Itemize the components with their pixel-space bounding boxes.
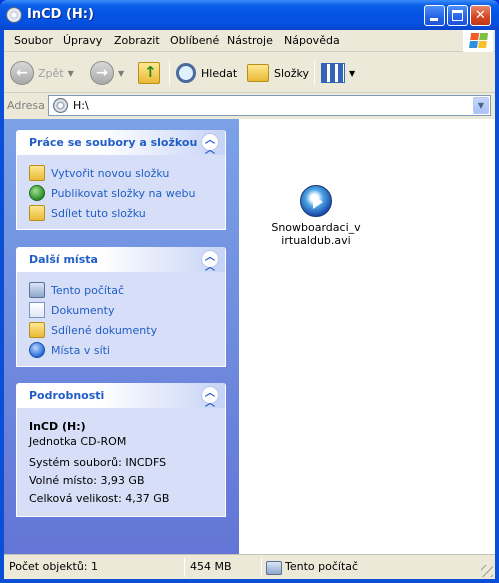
back-label: Zpět xyxy=(38,66,64,80)
place-documents-label: Dokumenty xyxy=(51,303,115,317)
views-button[interactable]: ▼ xyxy=(321,59,355,87)
forward-dropdown-icon[interactable]: ▼ xyxy=(118,69,124,78)
title-bar[interactable]: InCD (H:) ✕ xyxy=(0,0,499,30)
shared-documents-icon xyxy=(29,322,45,338)
task-publish-web[interactable]: Publikovat složky na webu xyxy=(29,183,215,203)
address-bar: Adresa H:\ ▼ xyxy=(4,94,495,118)
place-shared-documents-label: Sdílené dokumenty xyxy=(51,323,158,337)
other-places-title: Další místa xyxy=(29,253,98,266)
place-my-computer-label: Tento počítač xyxy=(51,283,125,297)
task-share-folder-label: Sdílet tuto složku xyxy=(51,206,146,220)
file-view[interactable]: Snowboardaci_virtualdub.avi xyxy=(239,119,495,554)
drive-type: Jednotka CD-ROM xyxy=(29,435,127,448)
menu-bar: Soubor Úpravy Zobrazit Oblíbené Nástroje… xyxy=(4,30,495,52)
forward-button[interactable]: → ▼ xyxy=(90,59,124,87)
place-documents[interactable]: Dokumenty xyxy=(29,300,215,320)
task-pane: Práce se soubory a složkou ︿ ︿ Vytvořit n… xyxy=(4,119,239,554)
details-panel: Podrobnosti ︿ ︿ InCD (H:) Jednotka CD-ROM… xyxy=(16,383,226,517)
status-divider xyxy=(184,558,185,577)
back-dropdown-icon[interactable]: ▼ xyxy=(68,69,74,78)
cd-drive-icon xyxy=(6,7,22,23)
status-size: 454 MB xyxy=(190,560,232,573)
drive-total-size: Celková velikost: 4,37 GB xyxy=(29,492,170,505)
task-publish-web-label: Publikovat složky na webu xyxy=(51,186,196,200)
toolbar-separator xyxy=(169,61,170,85)
details-title: Podrobnosti xyxy=(29,389,105,402)
close-icon: ✕ xyxy=(475,8,486,23)
drive-free-space: Volné místo: 3,93 GB xyxy=(29,474,145,487)
menu-help[interactable]: Nápověda xyxy=(284,34,340,47)
folders-button[interactable]: Složky xyxy=(247,59,309,87)
search-button[interactable]: Hledat xyxy=(176,59,237,87)
search-icon xyxy=(176,63,196,83)
drive-name: InCD (H:) xyxy=(29,420,86,433)
forward-arrow-icon: → xyxy=(90,61,114,85)
status-divider xyxy=(261,558,262,577)
toolbar-separator xyxy=(314,61,315,85)
file-tasks-title: Práce se soubory a složkou xyxy=(29,136,198,149)
drive-filesystem: Systém souborů: INCDFS xyxy=(29,456,167,469)
menu-favorites[interactable]: Oblíbené xyxy=(170,34,219,47)
window-title: InCD (H:) xyxy=(27,7,94,22)
back-arrow-icon: ← xyxy=(10,61,34,85)
other-places-header[interactable]: Další místa ︿ ︿ xyxy=(17,247,225,273)
place-network-label: Místa v síti xyxy=(51,343,110,357)
documents-icon xyxy=(29,302,45,318)
menu-tools[interactable]: Nástroje xyxy=(227,34,273,47)
up-folder-icon: ↑ xyxy=(138,62,160,84)
task-share-folder[interactable]: Sdílet tuto složku xyxy=(29,203,215,223)
resize-grip[interactable] xyxy=(481,565,493,577)
toolbar: ← Zpět ▼ → ▼ ↑ Hledat Složky ▼ xyxy=(4,53,495,93)
my-computer-icon xyxy=(266,561,282,575)
menu-view[interactable]: Zobrazit xyxy=(114,34,160,47)
status-location-label: Tento počítač xyxy=(285,560,359,573)
file-folder-tasks: Práce se soubory a složkou ︿ ︿ Vytvořit n… xyxy=(16,130,226,230)
window-body: Soubor Úpravy Zobrazit Oblíbené Nástroje… xyxy=(4,30,495,579)
collapse-chevron-icon[interactable]: ︿ ︿ xyxy=(201,133,219,156)
my-computer-icon xyxy=(29,282,45,298)
network-places-icon xyxy=(29,342,45,358)
file-item[interactable]: Snowboardaci_virtualdub.avi xyxy=(271,185,361,247)
menu-file[interactable]: Soubor xyxy=(14,34,53,47)
minimize-icon xyxy=(430,18,438,21)
search-label: Hledat xyxy=(201,66,238,80)
new-folder-icon xyxy=(29,165,45,181)
task-new-folder-label: Vytvořit novou složku xyxy=(51,166,170,180)
task-new-folder[interactable]: Vytvořit novou složku xyxy=(29,163,215,183)
share-folder-icon xyxy=(29,205,45,221)
address-label: Adresa xyxy=(7,99,45,112)
collapse-chevron-icon[interactable]: ︿ ︿ xyxy=(201,386,219,409)
back-button[interactable]: ← Zpět ▼ xyxy=(10,59,74,87)
address-input[interactable]: H:\ ▼ xyxy=(48,95,491,116)
folders-label: Složky xyxy=(274,66,310,80)
address-dropdown-icon[interactable]: ▼ xyxy=(473,97,489,114)
cd-drive-icon xyxy=(53,98,68,113)
windows-logo-icon xyxy=(463,30,493,52)
status-bar: Počet objektů: 1 454 MB Tento počítač xyxy=(4,554,495,579)
file-tasks-header[interactable]: Práce se soubory a složkou ︿ ︿ xyxy=(17,130,225,156)
status-location: Tento počítač xyxy=(266,559,358,577)
place-my-computer[interactable]: Tento počítač xyxy=(29,280,215,300)
status-object-count: Počet objektů: 1 xyxy=(9,560,98,573)
collapse-chevron-icon[interactable]: ︿ ︿ xyxy=(201,250,219,273)
views-icon xyxy=(321,63,345,83)
up-folder-button[interactable]: ↑ xyxy=(138,59,160,87)
close-button[interactable]: ✕ xyxy=(470,5,491,26)
place-shared-documents[interactable]: Sdílené dokumenty xyxy=(29,320,215,340)
folders-icon xyxy=(247,64,269,82)
other-places: Další místa ︿ ︿ Tento počítač Dokumenty S… xyxy=(16,247,226,367)
file-name: Snowboardaci_virtualdub.avi xyxy=(271,221,361,247)
address-value: H:\ xyxy=(73,99,89,112)
maximize-icon xyxy=(452,10,463,21)
explorer-window: InCD (H:) ✕ Soubor Úpravy Zobrazit Oblíb… xyxy=(0,0,499,583)
views-dropdown-icon: ▼ xyxy=(349,68,356,78)
details-header[interactable]: Podrobnosti ︿ ︿ xyxy=(17,383,225,409)
menu-edit[interactable]: Úpravy xyxy=(63,34,102,47)
place-network[interactable]: Místa v síti xyxy=(29,340,215,360)
minimize-button[interactable] xyxy=(424,5,445,26)
video-file-icon xyxy=(300,185,332,217)
maximize-button[interactable] xyxy=(447,5,468,26)
publish-web-icon xyxy=(29,185,45,201)
